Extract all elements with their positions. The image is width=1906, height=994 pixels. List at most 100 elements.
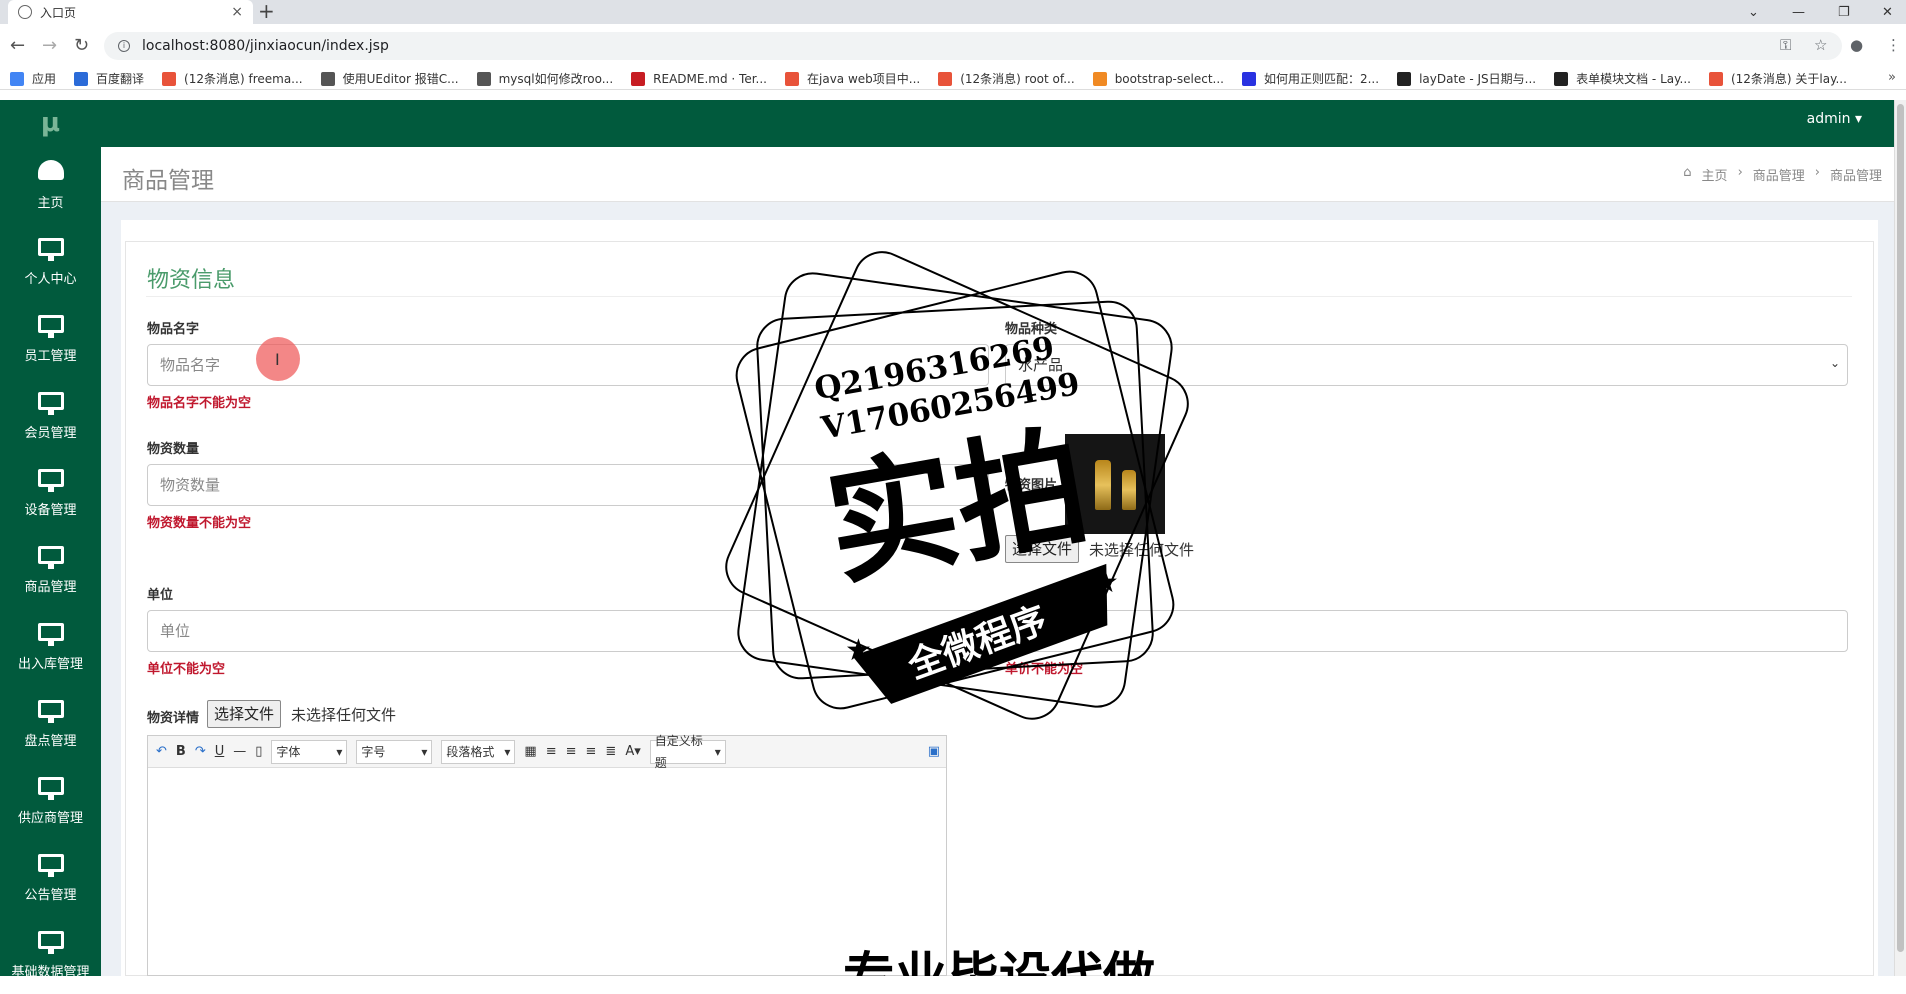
baidu-translate-icon xyxy=(74,71,89,86)
new-tab-button[interactable]: + xyxy=(258,0,275,22)
back-icon[interactable]: ← xyxy=(10,35,25,56)
forward-icon[interactable]: → xyxy=(42,35,57,56)
redo-icon[interactable]: ↷ xyxy=(195,744,206,759)
sidebar-item[interactable]: 个人中心 xyxy=(0,224,101,301)
product-bottle xyxy=(1122,470,1136,510)
bookmark-item[interactable]: bootstrap-select... xyxy=(1092,71,1224,86)
font-size-select[interactable]: 字号 ▾ xyxy=(356,739,433,764)
sidebar-item[interactable]: 设备管理 xyxy=(0,455,101,532)
quantity-label: 物资数量 xyxy=(147,442,200,457)
paragraph-format-select[interactable]: 段落格式 ▾ xyxy=(441,739,516,764)
sidebar-item[interactable]: 员工管理 xyxy=(0,301,101,378)
bookmark-item[interactable]: 应用 xyxy=(10,70,56,87)
sidebar-item-label: 基础数据管理 xyxy=(11,965,90,980)
align-left-icon[interactable]: ≡ xyxy=(546,744,557,759)
oschina-icon xyxy=(1092,71,1107,86)
unit-input[interactable]: 单位 xyxy=(147,610,989,652)
monitor-icon xyxy=(37,546,64,569)
table-icon[interactable]: ▦ xyxy=(524,744,536,759)
horizontal-rule-icon[interactable]: — xyxy=(233,744,246,759)
bookmark-label: 如何用正则匹配：2... xyxy=(1263,72,1380,86)
rich-text-editor[interactable]: ↶ B ↷ U — ▯ 字体 ▾ 字号 ▾ 段落格式 ▾ ▦ ≡ ≡ ≡ ≣ A▾ 自… xyxy=(147,734,947,976)
bookmark-label: README.md · Ter... xyxy=(653,71,767,86)
page-icon[interactable]: ▯ xyxy=(255,744,262,759)
undo-icon[interactable]: ↶ xyxy=(156,744,167,759)
tab-search-icon[interactable]: ⌄ xyxy=(1748,0,1759,24)
close-tab-icon[interactable]: × xyxy=(231,4,243,20)
page-scrollbar[interactable] xyxy=(1894,100,1906,976)
breadcrumb-home[interactable]: 主页 xyxy=(1702,165,1728,184)
quantity-input[interactable]: 物资数量 xyxy=(147,464,989,506)
sidebar-item[interactable]: 盘点管理 xyxy=(0,686,101,763)
minimize-icon[interactable]: — xyxy=(1792,0,1805,24)
browser-tab-bar: 入口页 × + ⌄ — ❐ ✕ xyxy=(0,0,1906,24)
monitor-icon xyxy=(37,931,64,954)
sidebar-item[interactable]: 主页 xyxy=(0,147,101,224)
bookmark-item[interactable]: 如何用正则匹配：2... xyxy=(1241,70,1380,87)
category-select[interactable]: 水产品 xyxy=(1005,344,1848,386)
align-right-icon[interactable]: ≡ xyxy=(566,744,577,759)
font-color-icon[interactable]: A▾ xyxy=(625,744,640,759)
monitor-icon xyxy=(37,392,64,415)
restore-icon[interactable]: ❐ xyxy=(1838,0,1850,24)
bird-icon xyxy=(320,71,335,86)
category-label: 物品种类 xyxy=(1005,322,1058,337)
bookmark-item[interactable]: layDate - JS日期与... xyxy=(1397,70,1536,87)
custom-title-select[interactable]: 自定义标题 ▾ xyxy=(649,734,726,770)
price-error: 单价不能为空 xyxy=(1005,662,1084,677)
bold-icon[interactable]: B xyxy=(176,744,186,759)
editor-toolbar: ↶ B ↷ U — ▯ 字体 ▾ 字号 ▾ 段落格式 ▾ ▦ ≡ ≡ ≡ ≣ A▾ 自… xyxy=(148,734,946,770)
price-input[interactable]: 单价 xyxy=(1005,610,1848,652)
monitor-icon xyxy=(37,700,64,723)
sidebar-item[interactable]: 公告管理 xyxy=(0,840,101,917)
key-icon[interactable]: ⚿ xyxy=(1780,36,1791,54)
bookmark-item[interactable]: README.md · Ter... xyxy=(631,71,767,86)
bookmark-label: 百度翻译 xyxy=(96,72,145,86)
menu-dots-icon[interactable]: ⋮ xyxy=(1886,36,1901,54)
sidebar-item-label: 公告管理 xyxy=(24,888,77,903)
bookmark-item[interactable]: (12条消息) freema... xyxy=(162,70,303,87)
unit-error: 单位不能为空 xyxy=(147,662,226,677)
fullscreen-icon[interactable]: ▣ xyxy=(928,744,940,759)
bookmark-item[interactable]: 使用UEditor 报错C... xyxy=(320,70,459,87)
more-bookmarks-icon[interactable]: » xyxy=(1888,70,1896,85)
profile-avatar-icon[interactable]: ● xyxy=(1850,36,1863,54)
click-indicator: I xyxy=(256,337,300,381)
url-input[interactable]: i localhost:8080/jinxiaocun/index.jsp xyxy=(104,32,1842,60)
chevron-down-icon: ⌄ xyxy=(1830,356,1841,370)
bookmark-label: (12条消息) 关于lay... xyxy=(1730,72,1847,86)
bookmark-item[interactable]: 表单模块文档 - Lay... xyxy=(1554,70,1691,87)
align-justify-icon[interactable]: ≣ xyxy=(605,744,616,759)
image-choose-file-button[interactable]: 选择文件 xyxy=(1005,535,1080,563)
monitor-icon xyxy=(37,623,64,646)
reload-icon[interactable]: ↻ xyxy=(74,35,89,56)
scrollbar-thumb[interactable] xyxy=(1897,104,1904,952)
site-info-icon[interactable]: i xyxy=(118,40,130,52)
font-family-select[interactable]: 字体 ▾ xyxy=(271,739,348,764)
underline-icon[interactable]: U xyxy=(215,744,225,759)
bookmark-item[interactable]: mysql如何修改roo... xyxy=(476,70,613,87)
detail-choose-file-button[interactable]: 选择文件 xyxy=(207,700,282,728)
bookmark-item[interactable]: 百度翻译 xyxy=(74,70,144,87)
align-center-icon[interactable]: ≡ xyxy=(586,744,597,759)
sidebar-item-label: 出入库管理 xyxy=(17,657,83,672)
user-menu[interactable]: admin ▾ xyxy=(1807,100,1862,138)
layui-icon xyxy=(1397,71,1412,86)
bookmark-item[interactable]: (12条消息) 关于lay... xyxy=(1708,70,1847,87)
bookmark-item[interactable]: (12条消息) root of... xyxy=(938,70,1075,87)
sidebar-item[interactable]: 会员管理 xyxy=(0,378,101,455)
sidebar-item[interactable]: 出入库管理 xyxy=(0,609,101,686)
sidebar-item[interactable]: 供应商管理 xyxy=(0,763,101,840)
dropdown-arrow-icon: ▾ xyxy=(504,744,511,759)
star-icon[interactable]: ☆ xyxy=(1814,36,1827,54)
window-close-icon[interactable]: ✕ xyxy=(1882,0,1893,24)
sidebar-item-label: 盘点管理 xyxy=(24,734,77,749)
sidebar-item[interactable]: 商品管理 xyxy=(0,532,101,609)
sidebar-item[interactable]: 基础数据管理 xyxy=(0,917,101,994)
bookmark-item[interactable]: 在java web项目中... xyxy=(785,70,920,87)
app-logo[interactable]: μ xyxy=(0,100,101,147)
breadcrumb-separator: › xyxy=(1814,165,1820,180)
browser-tab[interactable]: 入口页 × xyxy=(8,0,253,24)
breadcrumb-section[interactable]: 商品管理 xyxy=(1753,165,1805,184)
dropdown-arrow-icon: ▾ xyxy=(421,744,428,759)
